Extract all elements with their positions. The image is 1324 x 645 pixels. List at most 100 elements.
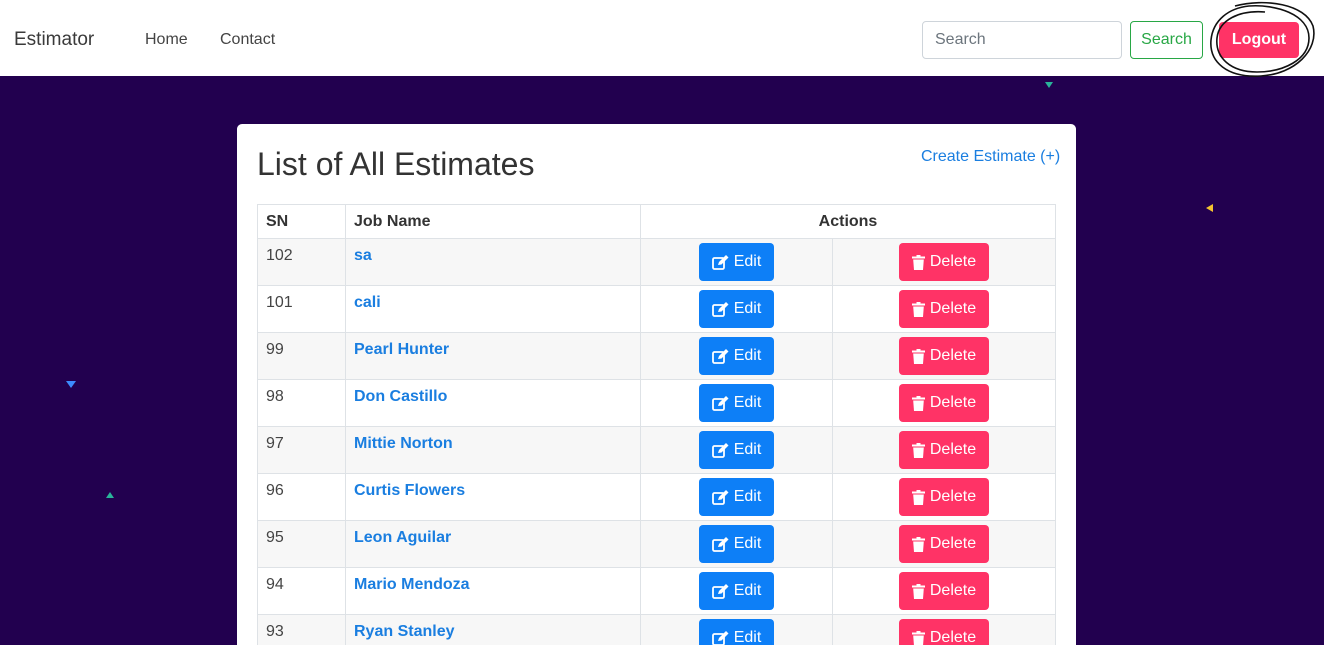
table-header-row: SN Job Name Actions bbox=[257, 204, 1056, 239]
header-actions: Actions bbox=[640, 204, 1056, 239]
header-sn: SN bbox=[257, 204, 346, 239]
delete-button-label: Delete bbox=[929, 535, 977, 552]
edit-button[interactable]: Edit bbox=[699, 384, 774, 422]
trash-icon bbox=[911, 395, 925, 411]
nav-contact-link[interactable]: Contact bbox=[220, 31, 275, 49]
delete-button[interactable]: Delete bbox=[899, 525, 989, 563]
edit-button-label: Edit bbox=[733, 535, 762, 552]
job-name-link[interactable]: Curtis Flowers bbox=[354, 482, 465, 499]
delete-button[interactable]: Delete bbox=[899, 384, 989, 422]
search-button[interactable]: Search bbox=[1130, 21, 1203, 59]
edit-button-label: Edit bbox=[733, 582, 762, 599]
row-sn: 101 bbox=[257, 285, 346, 333]
delete-button[interactable]: Delete bbox=[899, 478, 989, 516]
job-name-link[interactable]: Mittie Norton bbox=[354, 435, 453, 452]
edit-button[interactable]: Edit bbox=[699, 478, 774, 516]
search-input[interactable] bbox=[922, 21, 1122, 59]
delete-button[interactable]: Delete bbox=[899, 572, 989, 610]
trash-icon bbox=[911, 630, 925, 645]
create-estimate-link[interactable]: Create Estimate (+) bbox=[921, 148, 1060, 166]
delete-button-label: Delete bbox=[929, 253, 977, 270]
edit-button-label: Edit bbox=[733, 347, 762, 364]
delete-button-label: Delete bbox=[929, 629, 977, 645]
table-row: 96 Curtis Flowers Edit Delete bbox=[257, 473, 1056, 521]
edit-icon bbox=[711, 254, 729, 270]
job-name-link[interactable]: Don Castillo bbox=[354, 388, 447, 405]
delete-button-label: Delete bbox=[929, 488, 977, 505]
edit-icon bbox=[711, 301, 729, 317]
table-row: 98 Don Castillo Edit Delete bbox=[257, 379, 1056, 427]
edit-icon bbox=[711, 395, 729, 411]
job-name-link[interactable]: Pearl Hunter bbox=[354, 341, 449, 358]
delete-button-label: Delete bbox=[929, 582, 977, 599]
nav-home-link[interactable]: Home bbox=[145, 31, 188, 49]
decorative-particle bbox=[66, 381, 76, 388]
brand-logo[interactable]: Estimator bbox=[14, 29, 94, 51]
edit-icon bbox=[711, 489, 729, 505]
trash-icon bbox=[911, 536, 925, 552]
trash-icon bbox=[911, 583, 925, 599]
delete-button-label: Delete bbox=[929, 441, 977, 458]
table-row: 94 Mario Mendoza Edit Delete bbox=[257, 567, 1056, 615]
estimates-table: SN Job Name Actions 102 sa Edit Delete 1… bbox=[257, 204, 1056, 645]
table-row: 101 cali Edit Delete bbox=[257, 285, 1056, 333]
trash-icon bbox=[911, 348, 925, 364]
job-name-link[interactable]: Ryan Stanley bbox=[354, 623, 454, 640]
row-sn: 93 bbox=[257, 614, 346, 645]
row-sn: 98 bbox=[257, 379, 346, 427]
decorative-particle bbox=[1045, 82, 1053, 88]
edit-button-label: Edit bbox=[733, 300, 762, 317]
edit-button[interactable]: Edit bbox=[699, 243, 774, 281]
edit-button[interactable]: Edit bbox=[699, 525, 774, 563]
job-name-link[interactable]: cali bbox=[354, 294, 381, 311]
table-body: 102 sa Edit Delete 101 cali Edit Delete … bbox=[257, 238, 1056, 645]
trash-icon bbox=[911, 254, 925, 270]
row-sn: 97 bbox=[257, 426, 346, 474]
edit-button-label: Edit bbox=[733, 394, 762, 411]
edit-button-label: Edit bbox=[733, 253, 762, 270]
row-sn: 99 bbox=[257, 332, 346, 380]
delete-button-label: Delete bbox=[929, 394, 977, 411]
edit-button[interactable]: Edit bbox=[699, 290, 774, 328]
delete-button[interactable]: Delete bbox=[899, 243, 989, 281]
page-title: List of All Estimates bbox=[257, 146, 535, 182]
trash-icon bbox=[911, 301, 925, 317]
header-job-name: Job Name bbox=[345, 204, 641, 239]
edit-button-label: Edit bbox=[733, 441, 762, 458]
edit-icon bbox=[711, 536, 729, 552]
edit-icon bbox=[711, 442, 729, 458]
delete-button[interactable]: Delete bbox=[899, 290, 989, 328]
job-name-link[interactable]: Leon Aguilar bbox=[354, 529, 451, 546]
top-navbar: Estimator Home Contact Search Logout bbox=[0, 0, 1324, 77]
row-sn: 95 bbox=[257, 520, 346, 568]
row-sn: 96 bbox=[257, 473, 346, 521]
edit-button[interactable]: Edit bbox=[699, 337, 774, 375]
delete-button[interactable]: Delete bbox=[899, 337, 989, 375]
job-name-link[interactable]: Mario Mendoza bbox=[354, 576, 470, 593]
estimates-card: List of All Estimates Create Estimate (+… bbox=[237, 124, 1076, 645]
table-row: 102 sa Edit Delete bbox=[257, 238, 1056, 286]
delete-button-label: Delete bbox=[929, 300, 977, 317]
decorative-particle bbox=[1206, 204, 1213, 212]
delete-button-label: Delete bbox=[929, 347, 977, 364]
edit-icon bbox=[711, 348, 729, 364]
edit-button-label: Edit bbox=[733, 488, 762, 505]
table-row: 99 Pearl Hunter Edit Delete bbox=[257, 332, 1056, 380]
row-sn: 94 bbox=[257, 567, 346, 615]
row-sn: 102 bbox=[257, 238, 346, 286]
table-row: 97 Mittie Norton Edit Delete bbox=[257, 426, 1056, 474]
edit-button-label: Edit bbox=[733, 629, 762, 645]
edit-icon bbox=[711, 583, 729, 599]
decorative-particle bbox=[106, 492, 114, 498]
delete-button[interactable]: Delete bbox=[899, 619, 989, 645]
trash-icon bbox=[911, 489, 925, 505]
table-row: 95 Leon Aguilar Edit Delete bbox=[257, 520, 1056, 568]
logout-button[interactable]: Logout bbox=[1219, 22, 1299, 58]
edit-button[interactable]: Edit bbox=[699, 431, 774, 469]
edit-button[interactable]: Edit bbox=[699, 619, 774, 645]
trash-icon bbox=[911, 442, 925, 458]
delete-button[interactable]: Delete bbox=[899, 431, 989, 469]
edit-icon bbox=[711, 630, 729, 645]
job-name-link[interactable]: sa bbox=[354, 247, 372, 264]
edit-button[interactable]: Edit bbox=[699, 572, 774, 610]
